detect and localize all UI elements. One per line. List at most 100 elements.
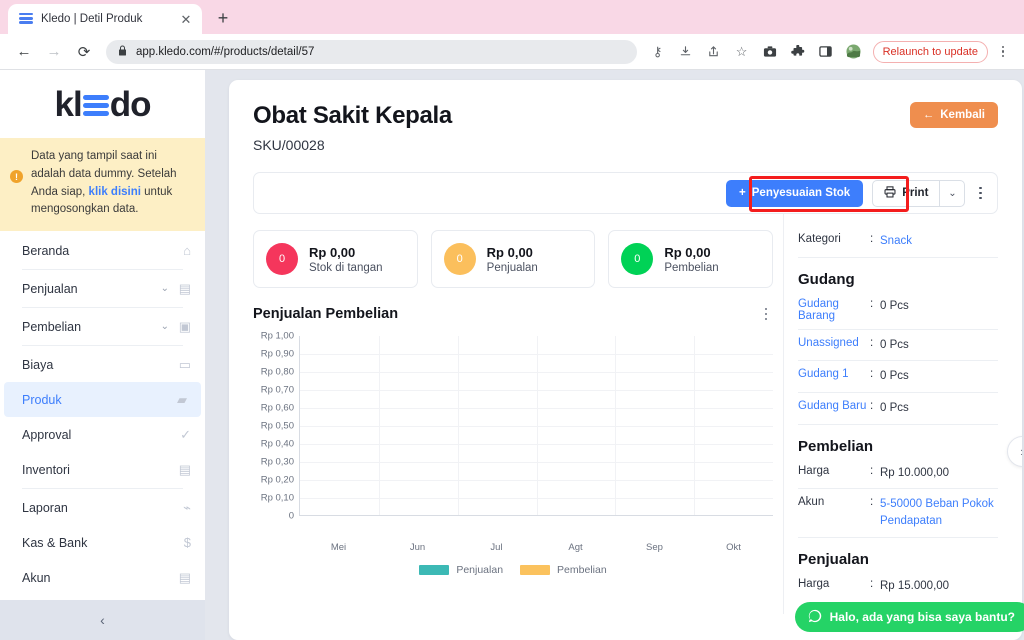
detail-value: 0 Pcs bbox=[880, 370, 909, 383]
sidebar-item-label: Kas & Bank bbox=[22, 535, 88, 550]
key-icon[interactable]: ⚷ bbox=[645, 39, 671, 65]
detail-colon: : bbox=[870, 496, 874, 509]
whatsapp-chat-bubble[interactable]: Halo, ada yang bisa saya bantu? bbox=[794, 602, 1024, 632]
close-icon[interactable]: ✕ bbox=[178, 11, 194, 27]
detail-row-unassigned: Unassigned : 0 Pcs bbox=[798, 330, 998, 361]
chart-y-tick-label: Rp 0,60 bbox=[260, 402, 294, 414]
print-dropdown-caret[interactable]: ⌄ bbox=[939, 180, 964, 206]
sidebar-item-laporan[interactable]: Laporan ⌁ bbox=[0, 490, 205, 525]
check-icon: ✓ bbox=[180, 426, 191, 442]
sidebar-item-beranda[interactable]: Beranda ⌂ bbox=[0, 233, 205, 268]
share-icon[interactable] bbox=[701, 39, 727, 65]
sidebar-item-produk[interactable]: Produk ▰ bbox=[4, 382, 201, 418]
detail-key[interactable]: Gudang Barang bbox=[798, 298, 870, 322]
chart-y-axis: Rp 1,00 Rp 0,90 Rp 0,80 Rp 0,70 Rp 0,60 Rp 0,… bbox=[253, 331, 299, 522]
divider bbox=[798, 423, 998, 425]
chart-y-tick-label: Rp 0,40 bbox=[260, 438, 294, 450]
sidebar-item-inventori[interactable]: Inventori ▤ bbox=[0, 452, 205, 487]
stat-card-penjualan[interactable]: 0 Rp 0,00 Penjualan bbox=[430, 230, 596, 288]
logo-text-left: kl bbox=[54, 84, 83, 124]
chart-x-tick-label: Jun bbox=[409, 542, 426, 553]
kembali-button[interactable]: ← Kembali bbox=[909, 102, 998, 128]
chart-y-tick-label: Rp 0,20 bbox=[260, 474, 294, 486]
profile-avatar-icon[interactable] bbox=[841, 39, 867, 65]
detail-key: Akun bbox=[798, 496, 825, 509]
sidebar-item-label: Akun bbox=[22, 570, 51, 585]
toolbar-icon-group: ⚷ ☆ bbox=[645, 39, 867, 65]
sidebar-item-akun[interactable]: Akun ▤ bbox=[0, 560, 205, 595]
stat-cards: 0 Rp 0,00 Stok di tangan 0 Rp 0,00 Penju… bbox=[253, 230, 774, 288]
chart-gridline-v bbox=[536, 336, 538, 515]
detail-key[interactable]: Gudang 1 bbox=[798, 368, 870, 380]
install-icon[interactable] bbox=[673, 39, 699, 65]
browser-tab[interactable]: Kledo | Detil Produk ✕ bbox=[8, 4, 202, 34]
chart-x-tick-label: Agt bbox=[568, 542, 583, 553]
whatsapp-label: Halo, ada yang bisa saya bantu? bbox=[829, 610, 1015, 624]
legend-item-penjualan[interactable]: Penjualan bbox=[419, 564, 503, 576]
sidebar-item-aset-tetap[interactable]: Aset Tetap ▥ bbox=[0, 595, 205, 600]
back-button[interactable]: ← bbox=[10, 38, 38, 66]
bag-icon: ▣ bbox=[178, 318, 191, 334]
detail-value: Rp 10.000,00 bbox=[880, 466, 950, 479]
browser-window: Kledo | Detil Produk ✕ + ← → ⟳ app.kledo… bbox=[0, 0, 1024, 640]
detail-row-pembelian-akun: Akun : 5-50000 Beban Pokok Pendapatan bbox=[798, 489, 998, 536]
chart-menu-icon[interactable] bbox=[764, 308, 767, 321]
sidebar-item-approval[interactable]: Approval ✓ bbox=[0, 417, 205, 452]
highlight-box bbox=[749, 176, 909, 212]
sidebar-item-penjualan[interactable]: Penjualan ⌄ ▤ bbox=[0, 271, 205, 306]
detail-key[interactable]: Unassigned bbox=[798, 337, 870, 349]
bookmark-star-icon[interactable]: ☆ bbox=[729, 39, 755, 65]
stat-card-pembelian[interactable]: 0 Rp 0,00 Pembelian bbox=[608, 230, 774, 288]
tab-title: Kledo | Detil Produk bbox=[41, 13, 143, 25]
chart-gridline-v bbox=[457, 336, 459, 515]
detail-body: 0 Rp 0,00 Stok di tangan 0 Rp 0,00 Penju… bbox=[253, 214, 998, 614]
more-menu-icon[interactable] bbox=[974, 186, 987, 200]
sidebar-collapse-button[interactable]: ‹ bbox=[0, 600, 205, 640]
new-tab-button[interactable]: + bbox=[209, 4, 237, 32]
sidebar-item-label: Pembelian bbox=[22, 319, 82, 334]
relaunch-to-update-button[interactable]: Relaunch to update bbox=[872, 40, 988, 63]
sidebar-item-pembelian[interactable]: Pembelian ⌄ ▣ bbox=[0, 309, 205, 344]
camera-icon[interactable] bbox=[757, 39, 783, 65]
address-bar[interactable]: app.kledo.com/#/products/detail/57 bbox=[106, 39, 637, 64]
arrow-left-icon: ← bbox=[922, 109, 935, 121]
sidebar-item-biaya[interactable]: Biaya ▭ bbox=[0, 347, 205, 382]
detail-value-kategori[interactable]: Snack bbox=[880, 233, 912, 250]
divider bbox=[22, 345, 183, 347]
chart-plot-area: Rp 1,00 Rp 0,90 Rp 0,80 Rp 0,70 Rp 0,60 Rp 0,… bbox=[253, 331, 773, 536]
chart-y-tick-label: Rp 0,10 bbox=[260, 492, 294, 504]
warning-icon: ! bbox=[10, 170, 23, 183]
app-logo[interactable]: kl do bbox=[0, 70, 205, 138]
detail-value-akun[interactable]: 5-50000 Beban Pokok Pendapatan bbox=[880, 496, 998, 529]
stat-value: Rp 0,00 bbox=[486, 244, 533, 260]
side-panel-icon[interactable] bbox=[813, 39, 839, 65]
product-sku: SKU/00028 bbox=[253, 137, 325, 153]
detail-value: Rp 15.000,00 bbox=[880, 579, 950, 592]
extensions-puzzle-icon[interactable] bbox=[785, 39, 811, 65]
forward-button[interactable]: → bbox=[40, 38, 68, 66]
url-text: app.kledo.com/#/products/detail/57 bbox=[136, 45, 315, 58]
next-page-button[interactable]: › bbox=[1007, 436, 1022, 467]
chrome-menu-icon[interactable] bbox=[992, 45, 1014, 58]
sidebar-item-label: Biaya bbox=[22, 357, 54, 372]
sidebar-item-label: Beranda bbox=[22, 243, 70, 258]
detail-colon: : bbox=[870, 297, 874, 310]
stat-card-stok-di-tangan[interactable]: 0 Rp 0,00 Stok di tangan bbox=[253, 230, 418, 288]
chart-y-tick-label: Rp 0,80 bbox=[260, 366, 294, 378]
main-content: Obat Sakit Kepala SKU/00028 ← Kembali + … bbox=[205, 70, 1024, 640]
stat-count-badge: 0 bbox=[443, 243, 476, 275]
reload-button[interactable]: ⟳ bbox=[70, 38, 98, 66]
page-title: Obat Sakit Kepala bbox=[253, 102, 452, 129]
section-heading-penjualan: Penjualan bbox=[798, 550, 869, 568]
chart-y-tick-label: Rp 0,90 bbox=[260, 348, 294, 360]
chart-y-tick-label: Rp 1,00 bbox=[260, 330, 294, 342]
plus-icon: + bbox=[739, 187, 746, 199]
lock-icon bbox=[118, 45, 127, 59]
detail-row-gudang-barang: Gudang Barang : 0 Pcs bbox=[798, 291, 998, 329]
sidebar-item-kas-bank[interactable]: Kas & Bank $ bbox=[0, 525, 205, 560]
kembali-label: Kembali bbox=[940, 109, 985, 121]
page-viewport: kl do ! Data yang tampil saat ini adalah… bbox=[0, 70, 1024, 640]
notice-link[interactable]: klik disini bbox=[89, 186, 141, 198]
legend-item-pembelian[interactable]: Pembelian bbox=[520, 564, 607, 576]
detail-key[interactable]: Gudang Baru bbox=[798, 400, 870, 412]
